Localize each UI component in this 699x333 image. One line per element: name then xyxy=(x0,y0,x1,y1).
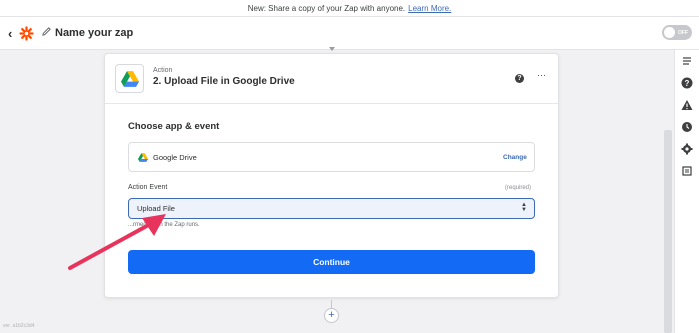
google-drive-logo xyxy=(120,70,139,87)
right-sidebar: ? xyxy=(674,50,699,333)
scrollbar[interactable] xyxy=(664,130,672,333)
announcement-banner: New: Share a copy of your Zap with anyon… xyxy=(0,0,699,17)
back-chevron-icon[interactable]: ‹ xyxy=(8,26,12,41)
history-icon[interactable] xyxy=(681,121,693,133)
connector-line xyxy=(331,300,332,308)
annotation-arrow-icon xyxy=(68,214,166,270)
continue-button[interactable]: Continue xyxy=(128,250,535,274)
learn-more-link[interactable]: Learn More. xyxy=(408,4,451,13)
step-title: 2. Upload File in Google Drive xyxy=(153,76,295,87)
selected-app-row: Google Drive Change xyxy=(128,142,535,172)
pencil-icon[interactable] xyxy=(41,26,52,37)
action-event-label: Action Event xyxy=(128,184,168,191)
step-header[interactable]: Action 2. Upload File in Google Drive ? … xyxy=(105,54,558,104)
versions-icon[interactable] xyxy=(681,165,693,177)
notes-icon[interactable] xyxy=(681,55,693,67)
change-app-button[interactable]: Change xyxy=(503,154,527,161)
select-caret-icon: ▲ ▼ xyxy=(521,202,527,213)
google-drive-icon xyxy=(138,153,148,162)
action-event-select[interactable]: Upload File ▲ ▼ xyxy=(128,198,535,219)
toggle-label: OFF xyxy=(678,29,688,36)
settings-icon[interactable] xyxy=(681,143,693,155)
question-icon[interactable]: ? xyxy=(681,77,693,89)
banner-text: New: Share a copy of your Zap with anyon… xyxy=(247,3,406,13)
plus-icon[interactable]: + xyxy=(324,308,339,323)
warning-icon[interactable] xyxy=(681,99,693,111)
section-title: Choose app & event xyxy=(128,121,220,132)
more-icon[interactable]: ··· xyxy=(537,70,546,80)
connector-arrow-icon xyxy=(329,47,335,51)
editor-header: ‹ Name your zap OFF xyxy=(0,17,699,50)
toggle-knob xyxy=(664,27,675,38)
step-kind-label: Action xyxy=(153,67,173,74)
help-icon[interactable]: ? xyxy=(515,74,524,83)
zapier-logo-icon[interactable] xyxy=(19,26,34,41)
zap-name-title[interactable]: Name your zap xyxy=(55,27,133,39)
required-label: (required) xyxy=(505,185,532,191)
svg-text:?: ? xyxy=(685,79,690,88)
version-text: ver. a1b2c3d4 xyxy=(3,323,35,329)
google-drive-icon xyxy=(115,64,144,93)
app-name: Google Drive xyxy=(153,153,197,162)
zap-on-off-toggle[interactable]: OFF xyxy=(662,25,692,40)
